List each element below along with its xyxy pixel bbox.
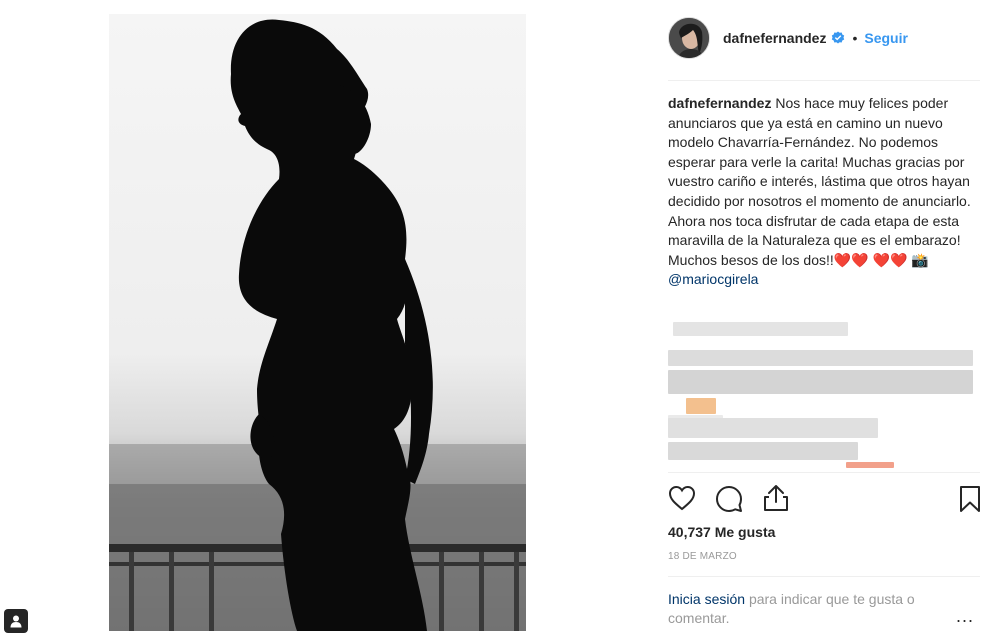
camera-emoji: 📸 <box>911 251 929 268</box>
login-link[interactable]: Inicia sesión <box>668 591 745 607</box>
caption-text: Nos hace muy felices poder anunciaros qu… <box>668 95 971 268</box>
caption-mention[interactable]: @mariocgirela <box>668 271 758 287</box>
actions-divider <box>668 472 980 473</box>
silhouette-image <box>109 19 526 631</box>
blurred-comments <box>668 318 988 468</box>
caption-hearts: ❤️❤️ <box>833 251 869 268</box>
post-side-panel: dafnefernandez • Seguir dafnefernandez N… <box>643 0 1000 639</box>
post-date[interactable]: 18 de marzo <box>668 551 737 562</box>
comment-icon[interactable] <box>715 485 743 513</box>
login-prompt: Inicia sesión para indicar que te gusta … <box>668 590 958 628</box>
login-divider <box>668 576 980 577</box>
caption: dafnefernandez Nos hace muy felices pode… <box>668 94 988 290</box>
verified-badge-icon <box>832 31 845 44</box>
caption-username[interactable]: dafnefernandez <box>668 95 771 111</box>
caption-hearts-2: ❤️❤️ <box>872 251 908 268</box>
header-divider <box>668 80 980 81</box>
user-tag-icon[interactable] <box>4 609 28 633</box>
bookmark-icon[interactable] <box>958 485 982 513</box>
action-bar <box>668 485 983 515</box>
post-header: dafnefernandez • Seguir <box>668 15 908 61</box>
heart-icon[interactable] <box>668 485 696 511</box>
follow-button[interactable]: Seguir <box>864 30 908 46</box>
more-options-button[interactable]: ... <box>956 606 974 627</box>
likes-count[interactable]: 40,737 Me gusta <box>668 524 775 540</box>
post-photo[interactable] <box>109 14 526 631</box>
likes-number: 40,737 <box>668 524 711 540</box>
avatar[interactable] <box>668 17 710 59</box>
share-icon[interactable] <box>763 484 789 512</box>
separator-dot: • <box>852 30 858 46</box>
likes-label: Me gusta <box>714 524 776 540</box>
username[interactable]: dafnefernandez <box>723 30 826 46</box>
media-pane <box>0 0 643 639</box>
